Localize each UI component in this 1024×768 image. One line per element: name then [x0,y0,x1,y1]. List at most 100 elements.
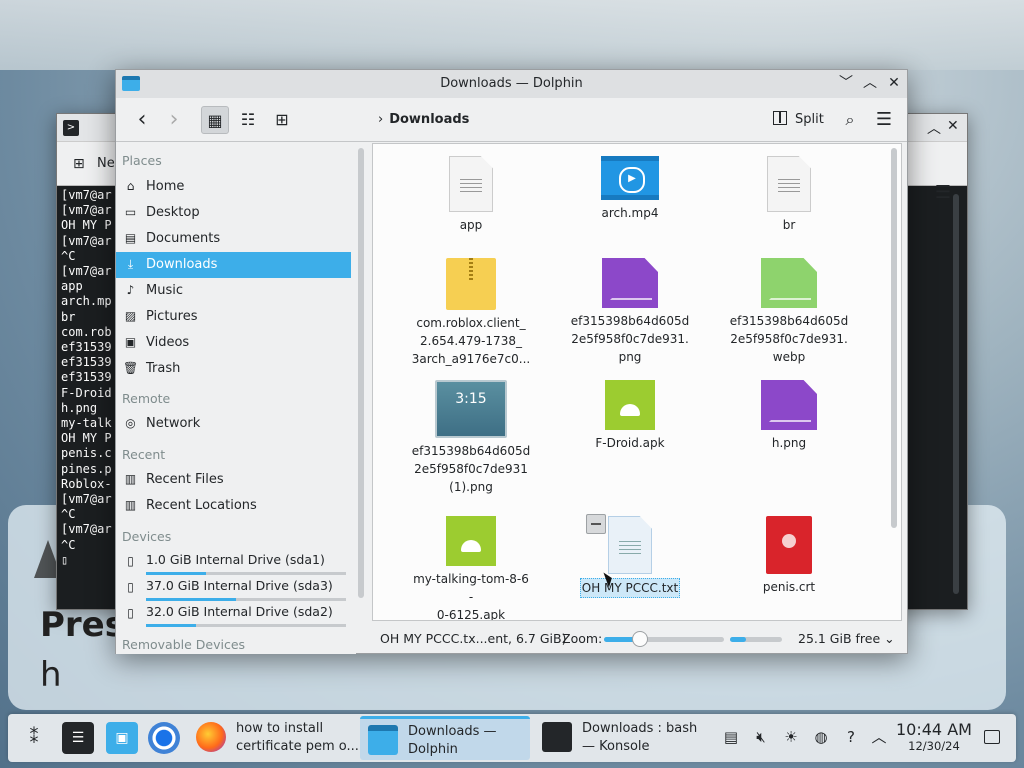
free-space-button[interactable]: 25.1 GiB free ⌄ [798,631,895,646]
forward-arrow-icon[interactable]: › [160,106,188,134]
file-item[interactable]: com.roblox.client_ 2.654.479-1738_ 3arch… [411,258,531,368]
new-tab-button[interactable]: Ne [97,156,115,171]
file-item[interactable]: my-talking-tom-8-6- 0-6125.apk [411,516,531,620]
text-file-icon [608,516,652,574]
zoom-slider-handle[interactable] [632,631,648,647]
sidebar-scrollbar[interactable] [358,148,364,598]
selection-toggle-icon[interactable] [586,514,606,534]
hamburger-menu-icon[interactable]: ☰ [870,106,898,134]
details-view-icon[interactable]: ⊞ [268,106,296,134]
task-label: Downloads : bash — Konsole [582,721,698,754]
network-icon[interactable]: ◍ [812,728,830,746]
terminal-line: ▯ [61,552,69,567]
section-recent: Recent [122,447,166,462]
file-name: ef315398b64d605d 2e5f958f0c7de931 (1).pn… [411,444,531,494]
file-item[interactable]: arch.mp4 [570,156,690,222]
back-arrow-icon[interactable]: ‹ [128,106,156,134]
sidebar-item-desktop[interactable]: ▭ Desktop [116,200,351,226]
dolphin-titlebar[interactable]: Downloads — Dolphin ﹀ ︿ ✕ [116,70,907,98]
sidebar-item-videos[interactable]: ▣ Videos [116,330,351,356]
sidebar-item-drive[interactable]: ▯ 1.0 GiB Internal Drive (sda1) [116,549,351,575]
volume-muted-icon[interactable]: 🔇︎ [752,728,770,746]
close-button[interactable]: ✕ [947,118,959,134]
drive-usage-fill [146,624,196,627]
terminal-line: [vm7@ar [61,203,112,218]
maximize-chevron-icon[interactable]: ︿ [860,73,880,93]
sidebar-item-drive[interactable]: ▯ 32.0 GiB Internal Drive (sda2) [116,601,351,627]
sidebar-item-recent-locations[interactable]: ▥ Recent Locations [116,493,351,519]
downloads-icon: ⤓ [127,257,134,271]
icons-view-icon[interactable]: ▦ [201,106,229,134]
hamburger-menu-icon[interactable]: ☰ [935,182,951,203]
documents-icon: ▤ [124,231,137,245]
background-text-line2: h [40,655,62,695]
sidebar-item-label: Desktop [146,205,200,220]
sidebar-item-recent-files[interactable]: ▥ Recent Files [116,467,351,493]
disk-capacity-bar [730,637,782,642]
clipboard-icon[interactable]: ▤ [722,728,740,746]
file-item[interactable]: ef315398b64d605d 2e5f958f0c7de931. png [570,258,690,366]
breadcrumb-downloads[interactable]: Downloads [389,112,469,127]
sidebar-item-pictures[interactable]: ▨ Pictures [116,304,351,330]
application-launcher-icon[interactable]: ⁑ [18,722,50,754]
taskbar-task[interactable]: how to install certificate pem o... [188,716,359,760]
file-name: br [782,218,796,232]
terminal-line: com.rob [61,324,112,339]
home-icon: ⌂ [126,179,135,193]
discover-store-icon[interactable]: ▣ [106,722,138,754]
apk-icon [605,380,655,430]
archive-icon [446,258,496,310]
sidebar-item-network[interactable]: ◎ Network [116,411,351,437]
split-button[interactable]: Split [773,108,824,132]
help-icon[interactable]: ? [842,728,860,746]
file-item[interactable]: br [729,156,849,234]
chromium-icon[interactable] [148,722,180,754]
file-item[interactable]: OH MY PCCC.txt [570,514,690,598]
file-item[interactable]: penis.crt [729,516,849,596]
videos-icon: ▣ [124,335,137,349]
taskbar-task[interactable]: Downloads : bash — Konsole [534,716,704,760]
taskbar-task[interactable]: Downloads — Dolphin [360,716,530,760]
sidebar-item-music[interactable]: ♪ Music [116,278,351,304]
file-name: F-Droid.apk [595,436,665,450]
file-item[interactable]: h.png [729,380,849,452]
clock[interactable]: 10:44 AM 12/30/24 [896,720,972,753]
system-settings-icon[interactable]: ☰ [62,722,94,754]
dolphin-window[interactable]: Downloads — Dolphin ﹀ ︿ ✕ ‹ › ▦ ☷ ⊞ › Dow… [115,69,908,654]
minimize-chevron-icon[interactable]: ﹀ [836,73,856,93]
apk-icon [446,516,496,566]
sidebar-item-drive[interactable]: ▯ 37.0 GiB Internal Drive (sda3) [116,575,351,601]
trash-icon: 🗑︎ [123,361,139,375]
breadcrumb[interactable]: › Downloads [378,112,469,127]
places-sidebar: Places ⌂ Home ▭ Desktop ▤ Documents ⤓ Downloads… [116,143,356,654]
terminal-line: pines.p [61,461,112,476]
file-item[interactable]: F-Droid.apk [570,380,690,452]
brightness-icon[interactable]: ☀︎ [782,728,800,746]
file-name: h.png [771,436,807,450]
file-item[interactable]: app [411,156,531,234]
sidebar-item-downloads[interactable]: ⤓ Downloads [116,252,351,278]
show-desktop-icon[interactable] [984,730,1000,744]
search-icon[interactable]: ⌕ [836,106,864,134]
status-text: OH MY PCCC.tx...ent, 6.7 GiB) [380,631,567,646]
terminal-line: [vm7@ar [61,492,112,507]
zoom-slider[interactable] [604,631,724,647]
file-name: arch.mp4 [601,206,659,220]
new-tab-icon[interactable]: ⊞ [73,156,85,172]
close-icon[interactable]: ✕ [884,73,904,93]
file-item[interactable]: 3:15 ef315398b64d605d 2e5f958f0c7de931 (1… [411,380,531,496]
file-name: OH MY PCCC.txt [579,578,681,598]
zoom-label: Zoom: [562,631,603,646]
maximize-button[interactable]: ︿ [927,118,941,138]
compact-view-icon[interactable]: ☷ [234,106,262,134]
terminal-scrollbar[interactable] [953,194,959,594]
file-view[interactable]: app arch.mp4 br com.roblox.client_ 2.654.47… [372,143,902,621]
file-item[interactable]: ef315398b64d605d 2e5f958f0c7de931. webp [729,258,849,366]
tray-expand-chevron-icon[interactable]: ︿ [870,728,888,746]
view-scrollbar[interactable] [891,148,897,528]
terminal-output[interactable]: [vm7@ar [vm7@ar OH MY P [vm7@ar ^C [vm7@ar app… [61,188,121,568]
sidebar-item-label: Downloads [146,257,218,272]
sidebar-item-documents[interactable]: ▤ Documents [116,226,351,252]
sidebar-item-trash[interactable]: 🗑︎ Trash [116,356,351,382]
sidebar-item-home[interactable]: ⌂ Home [116,174,351,200]
